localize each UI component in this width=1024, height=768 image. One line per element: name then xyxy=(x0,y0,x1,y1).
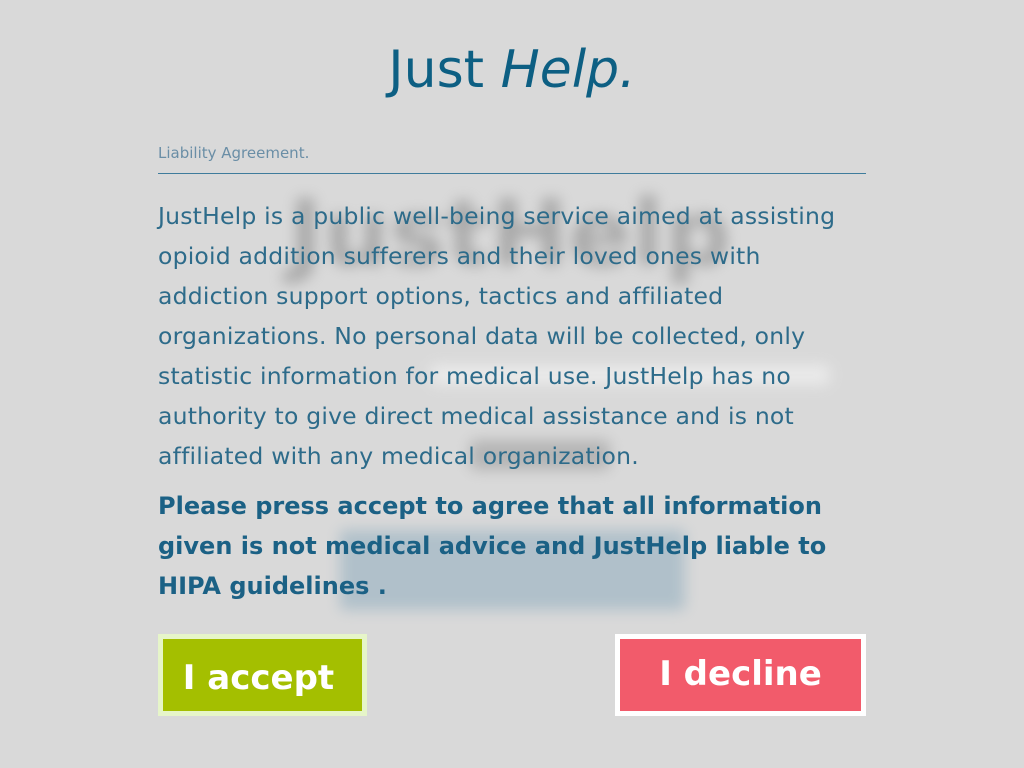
decline-button-label: I decline xyxy=(659,654,822,694)
decline-button[interactable]: I decline xyxy=(615,634,866,716)
liability-agreement-screen: JustHelp Just Help. Liability Agreement.… xyxy=(0,0,1024,768)
accept-button[interactable]: I accept xyxy=(158,634,367,716)
app-title-regular: Just xyxy=(388,40,501,100)
app-title-italic: Help. xyxy=(500,40,636,100)
agreement-body: JustHelp is a public well-being service … xyxy=(158,202,836,470)
accept-button-label: I accept xyxy=(182,658,335,698)
agreement-notice: Please press accept to agree that all in… xyxy=(158,492,827,600)
section-label: Liability Agreement. xyxy=(158,144,310,162)
divider xyxy=(158,173,866,174)
app-title: Just Help. xyxy=(0,40,1024,100)
